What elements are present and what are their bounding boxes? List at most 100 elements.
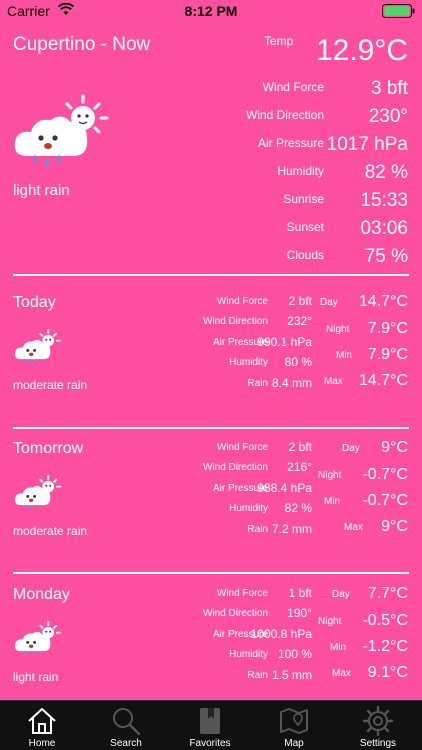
forecast-detail: Humidity 80 % [0,355,320,375]
forecast-detail: Wind Direction 216° [0,460,320,480]
detail-value: 3 bft [371,78,408,99]
forecast-temp: Day 14.7°C [320,293,422,315]
temp-value: 9°C [381,439,408,456]
detail-value: 190° [287,606,312,620]
temp-label: Max [324,376,343,387]
divider [13,274,409,276]
temp-label: Min [336,350,353,361]
forecast-detail: Wind Force 1 bft [0,586,320,606]
detail-value: 75 % [364,246,408,267]
detail-value: 1.5 mm [271,668,312,682]
favorites-icon [200,708,220,734]
detail-value: 216° [287,460,312,474]
detail-value: 230° [368,106,408,127]
detail-value: 1017 hPa [326,134,408,155]
temp-label: Night [318,616,342,627]
tab-label: Search [110,738,142,749]
tab-favorites[interactable]: Favorites [168,701,252,750]
forecast-detail: Rain 1.5 mm [0,668,320,688]
detail-label: Wind Direction [245,108,324,122]
detail-value: 1000.8 hPa [250,627,312,641]
forecast-temp: Max 9°C [320,518,422,540]
temp-value: 9.1°C [367,664,408,681]
detail-label: Humidity [229,649,268,660]
forecast-detail: Rain 7.2 mm [0,522,320,542]
forecast-detail: Wind Force 2 bft [0,440,320,460]
forecast-detail: Humidity 100 % [0,647,320,667]
forecast-temp: Min -0.7°C [320,492,422,514]
tab-settings[interactable]: Settings [336,701,420,750]
detail-clouds: Clouds 75 % [0,246,422,270]
temp-value: -0.7°C [362,466,408,483]
detail-label: Rain [247,670,268,681]
detail-value: 03:06 [360,218,408,239]
detail-sunrise: Sunrise 15:33 [0,190,422,214]
forecast-temp: Night -0.5°C [318,612,422,634]
detail-value: 2 bft [288,440,312,454]
settings-icon [362,705,394,737]
forecast-temp: Max 14.7°C [320,372,422,394]
detail-label: Air Pressure [257,136,324,150]
temp-label: Day [320,297,338,308]
page-title: Cupertino - Now [13,34,151,55]
divider [13,427,409,429]
map-icon [280,708,308,734]
detail-value: 1 bft [288,586,312,600]
detail-label: Wind Direction [202,462,268,473]
temp-value: 7.9°C [367,346,408,363]
tab-map[interactable]: Map [252,701,336,750]
forecast-tomorrow: Tomorrow moderate rain Wind Force 2 bft … [0,438,422,578]
detail-value: 82 % [364,162,408,183]
forecast-detail: Air Pressure 1000.8 hPa [0,627,320,647]
detail-value: 232° [287,314,312,328]
detail-wind-direction: Wind Direction 230° [0,106,422,130]
detail-label: Clouds [286,248,324,262]
detail-value: 2 bft [288,294,312,308]
temp-label: Day [332,589,350,600]
status-bar: Carrier 8:12 PM [0,0,422,22]
temp-label: Day [342,443,360,454]
temp-label: Max [332,668,351,679]
detail-label: Humidity [229,357,268,368]
detail-value: 8.4 mm [271,376,312,390]
forecast-temp: Min 7.9°C [320,346,422,368]
detail-label: Wind Force [262,80,324,94]
tab-label: Home [28,738,56,749]
detail-label: Sunrise [283,192,324,206]
divider [13,572,409,574]
tab-home[interactable]: Home [0,701,84,750]
detail-humidity: Humidity 82 % [0,162,422,186]
forecast-detail: Wind Direction 190° [0,606,320,626]
forecast-temp: Night 7.9°C [320,320,422,342]
detail-label: Humidity [229,503,268,514]
temp-label: Night [326,324,350,335]
temp-label: Night [318,470,342,481]
temp-label: Min [330,642,347,653]
temp-label: Max [344,522,363,533]
detail-label: Wind Force [216,296,268,307]
forecast-temp: Max 9.1°C [320,664,422,686]
detail-value: 7.2 mm [271,522,312,536]
detail-value: 100 % [277,647,312,661]
forecast-detail: Humidity 82 % [0,501,320,521]
forecast-temp: Min -1.2°C [320,638,422,660]
home-icon [28,708,56,734]
forecast-detail: Air Pressure 988.4 hPa [0,481,320,501]
detail-label: Rain [247,524,268,535]
temp-value: 14.7°C [358,372,408,389]
detail-value: 80 % [284,355,312,369]
detail-label: Wind Force [216,588,268,599]
forecast-temp: Day 7.7°C [320,585,422,607]
tab-search[interactable]: Search [84,701,168,750]
temp-label: Temp [264,34,294,48]
status-time: 8:12 PM [184,3,238,19]
detail-label: Rain [247,378,268,389]
tab-bar: Home Search Favorites Map Settings [0,700,422,750]
temp-value: 7.7°C [367,585,408,602]
detail-value: 15:33 [360,190,408,211]
search-icon [113,708,141,736]
tab-label: Map [284,738,304,749]
detail-air-pressure: Air Pressure 1017 hPa [0,134,422,158]
detail-sunset: Sunset 03:06 [0,218,422,242]
temp-value: -0.5°C [362,612,408,629]
